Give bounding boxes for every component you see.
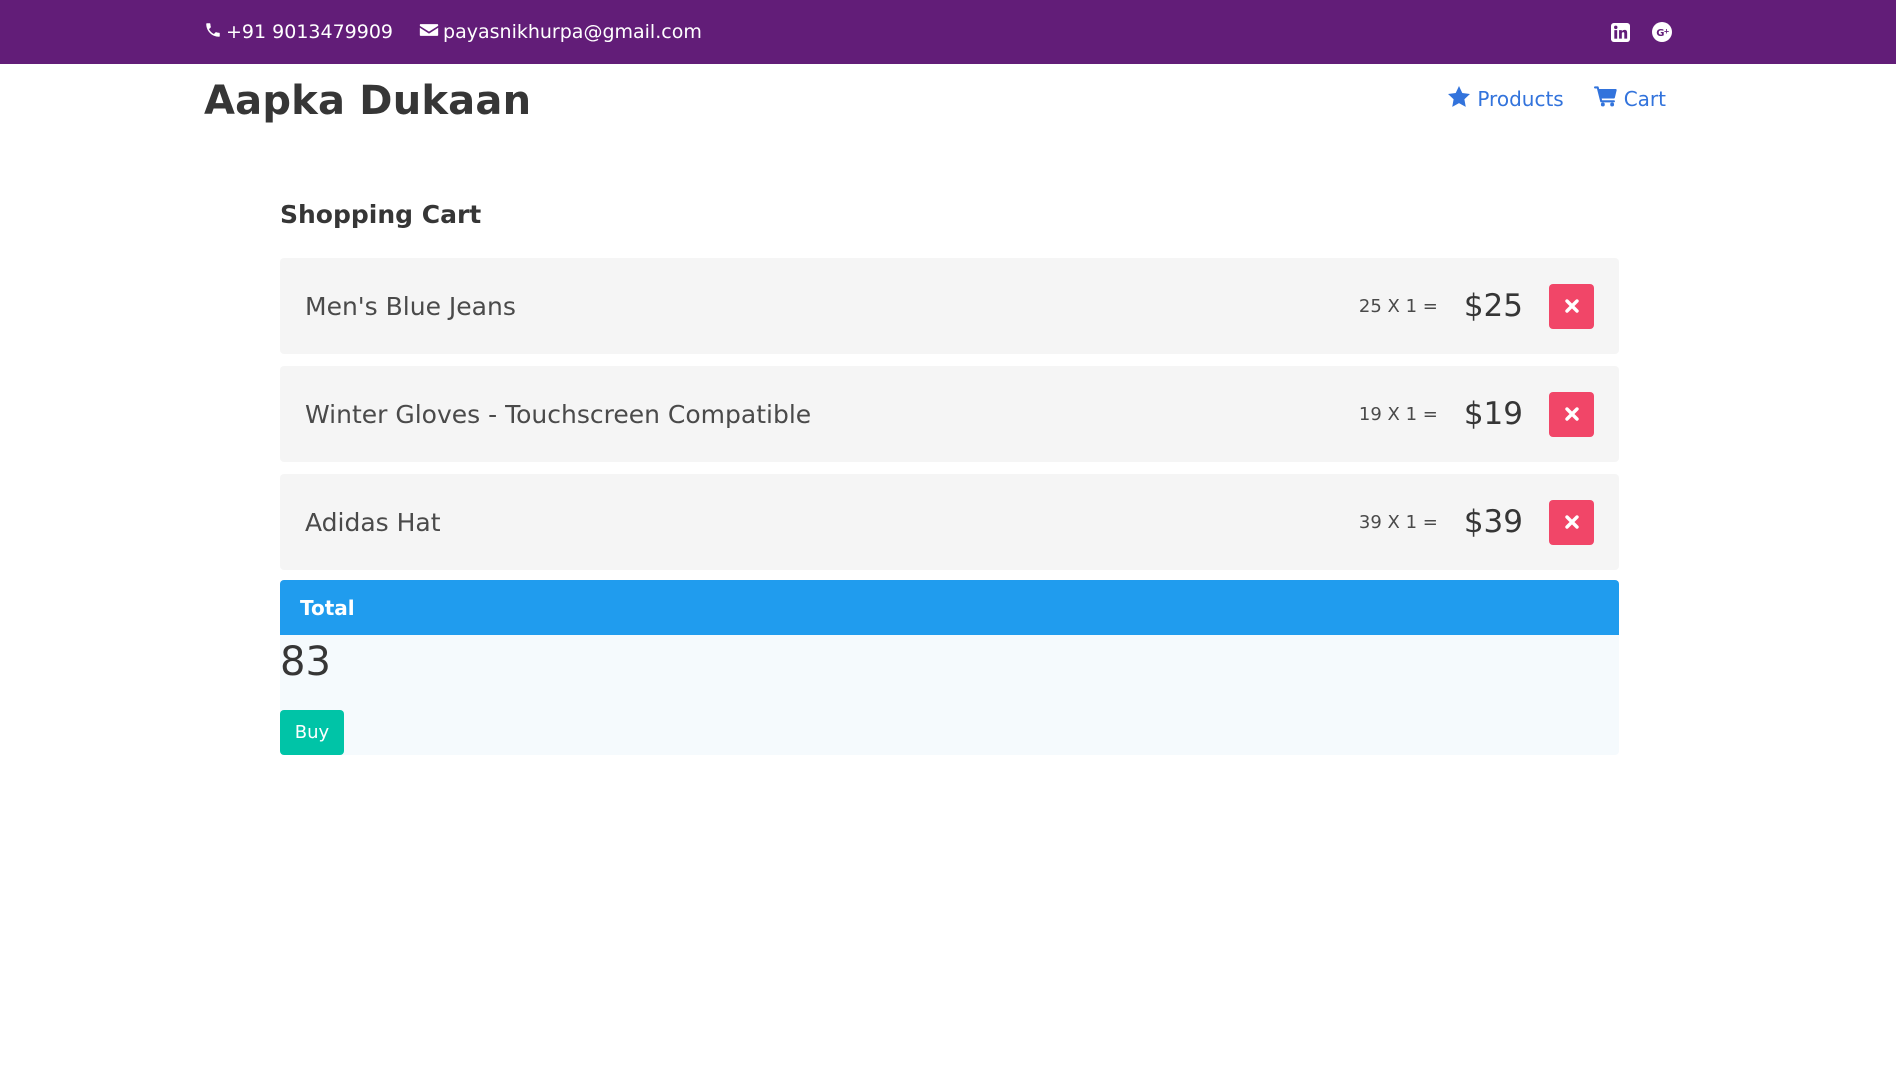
total-panel: Total 83 Buy: [280, 580, 1619, 755]
phone-number: +91 9013479909: [226, 21, 394, 43]
cart-item: Adidas Hat 39 X 1 = $39: [280, 474, 1619, 570]
cart-icon: [1593, 86, 1617, 112]
phone-contact[interactable]: +91 9013479909: [204, 21, 393, 44]
nav-products-label: Products: [1477, 87, 1564, 111]
item-name: Adidas Hat: [305, 507, 441, 537]
envelope-icon: [419, 21, 439, 44]
cart-item: Men's Blue Jeans 25 X 1 = $25: [280, 258, 1619, 354]
linkedin-icon[interactable]: [1610, 22, 1630, 42]
star-icon: [1448, 86, 1471, 112]
total-body: 83 Buy: [280, 635, 1619, 755]
item-quantity: 25 X 1 =: [1358, 295, 1438, 317]
item-price: $39: [1463, 504, 1523, 540]
remove-item-button[interactable]: [1549, 499, 1594, 545]
item-quantity: 19 X 1 =: [1358, 403, 1438, 425]
item-name: Men's Blue Jeans: [305, 291, 516, 321]
email-contact[interactable]: payasnikhurpa@gmail.com: [419, 21, 702, 44]
main-nav: Products Cart: [1448, 86, 1666, 112]
svg-text:+: +: [1664, 28, 1670, 36]
close-icon: [1564, 515, 1579, 529]
nav-cart-label: Cart: [1623, 87, 1666, 111]
email-address: payasnikhurpa@gmail.com: [443, 21, 702, 43]
nav-cart[interactable]: Cart: [1593, 86, 1666, 112]
social-links: G +: [1610, 0, 1672, 64]
item-price: $25: [1463, 288, 1523, 324]
top-bar: +91 9013479909 payasnikhurpa@gmail.com G…: [0, 0, 1896, 64]
remove-item-button[interactable]: [1549, 391, 1594, 437]
contact-info: +91 9013479909 payasnikhurpa@gmail.com: [204, 0, 702, 64]
brand-title[interactable]: Aapka Dukaan: [204, 78, 531, 124]
buy-button[interactable]: Buy: [280, 710, 344, 755]
cart-title: Shopping Cart: [280, 200, 482, 229]
item-price: $19: [1463, 396, 1523, 432]
phone-icon: [204, 21, 222, 44]
close-icon: [1564, 299, 1579, 313]
cart-item: Winter Gloves - Touchscreen Compatible 1…: [280, 366, 1619, 462]
total-value: 83: [280, 639, 331, 685]
item-quantity: 39 X 1 =: [1358, 511, 1438, 533]
close-icon: [1564, 407, 1579, 421]
item-name: Winter Gloves - Touchscreen Compatible: [305, 399, 812, 429]
remove-item-button[interactable]: [1549, 283, 1594, 329]
nav-products[interactable]: Products: [1448, 86, 1564, 112]
total-heading: Total: [280, 580, 1619, 635]
cart-list: Men's Blue Jeans 25 X 1 = $25 Winter Glo…: [280, 258, 1619, 582]
google-plus-icon[interactable]: G +: [1652, 22, 1672, 42]
